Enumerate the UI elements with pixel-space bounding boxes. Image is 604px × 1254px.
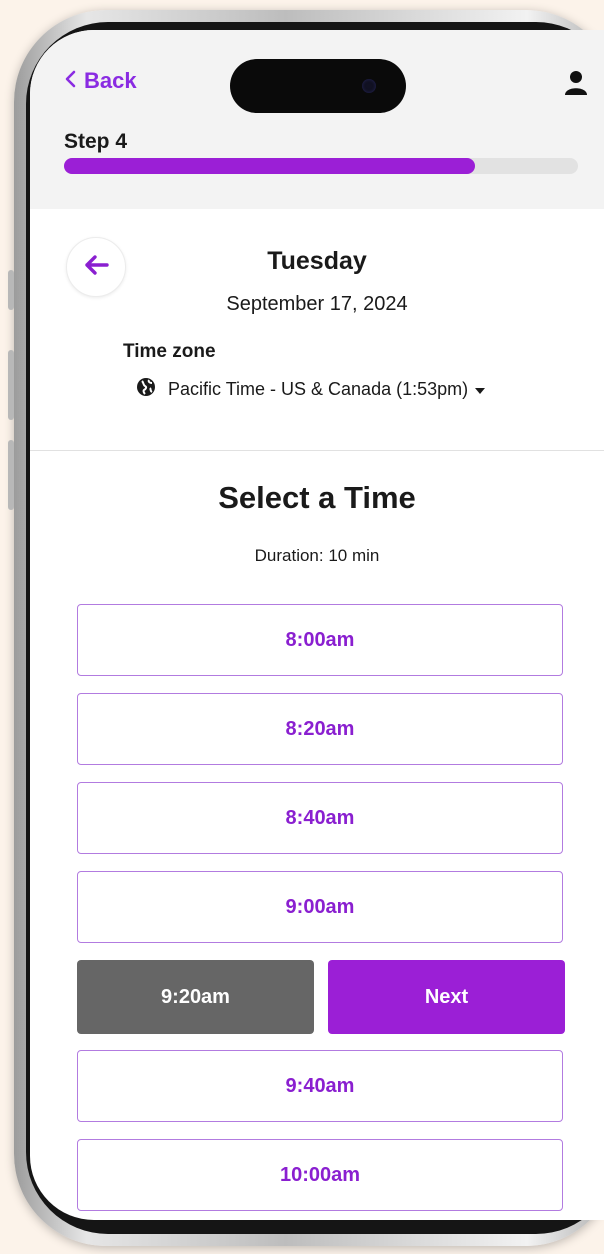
time-slot-label: 8:40am [285, 806, 355, 829]
phone-screen: Back Step 4 Tuesday September 17, 2024 T… [30, 30, 604, 1220]
next-button[interactable]: Next [328, 960, 565, 1034]
caret-down-icon [474, 379, 486, 400]
time-slot[interactable]: 10:00am [77, 1139, 563, 1211]
back-link-label: Back [84, 68, 137, 93]
time-slot[interactable]: 8:00am [77, 604, 563, 676]
next-button-label: Next [424, 985, 469, 1008]
day-name: Tuesday [267, 247, 367, 275]
step-label: Step 4 [64, 130, 128, 153]
user-icon[interactable] [564, 70, 588, 96]
time-slot-label: 9:20am [161, 985, 230, 1008]
time-slot-label: 10:00am [279, 1163, 361, 1186]
dynamic-island [230, 59, 406, 113]
timezone-value: Pacific Time - US & Canada (1:53pm) [168, 379, 469, 399]
globe-icon [136, 377, 156, 402]
full-date: September 17, 2024 [226, 293, 408, 315]
time-slot-label: 9:00am [285, 895, 355, 918]
time-slot[interactable]: 8:20am [77, 693, 563, 765]
camera-icon [362, 79, 376, 93]
time-slot[interactable]: 9:40am [77, 1050, 563, 1122]
time-slot-label: 9:40am [285, 1074, 355, 1097]
section-title: Select a Time [218, 480, 416, 515]
back-link[interactable]: Back [64, 68, 137, 94]
selected-time-slot[interactable]: 9:20am [77, 960, 314, 1034]
phone-side-button [8, 440, 14, 510]
phone-side-button [8, 270, 14, 310]
time-slot-label: 8:20am [285, 717, 355, 740]
time-slot[interactable]: 9:00am [77, 871, 563, 943]
progress-bar [64, 158, 578, 174]
date-panel: Tuesday September 17, 2024 Time zone Pac… [30, 209, 604, 451]
timezone-select[interactable]: Pacific Time - US & Canada (1:53pm) [136, 377, 486, 402]
app-header: Back Step 4 [30, 30, 604, 209]
phone-side-button [8, 350, 14, 420]
time-slot-label: 8:00am [285, 628, 355, 651]
time-slot[interactable]: 8:40am [77, 782, 563, 854]
chevron-left-icon [64, 70, 76, 92]
timezone-label: Time zone [123, 341, 216, 362]
duration-text: Duration: 10 min [254, 546, 380, 565]
progress-bar-fill [64, 158, 476, 174]
